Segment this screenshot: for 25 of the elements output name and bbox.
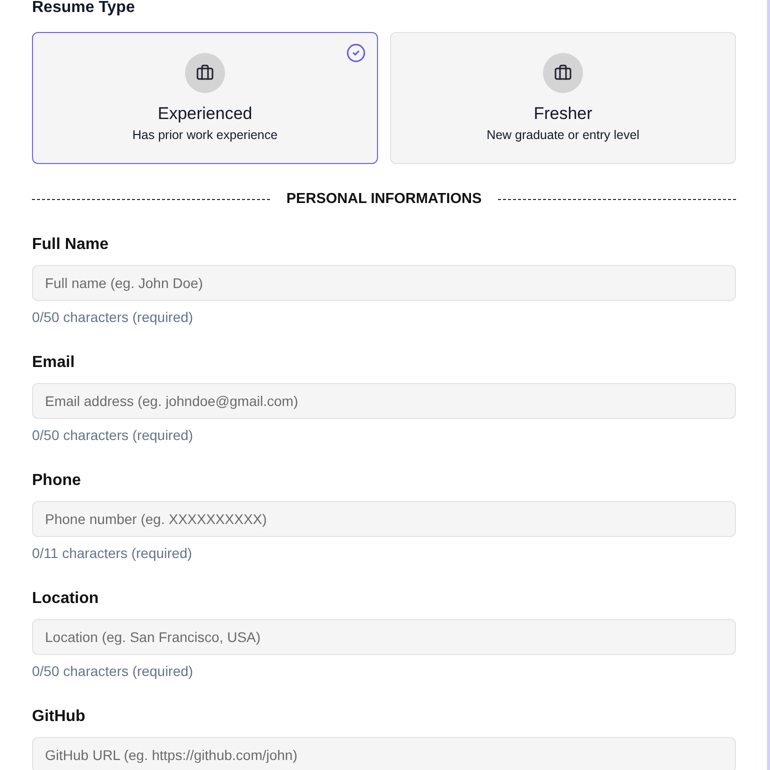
section-heading: PERSONAL INFORMATIONS bbox=[286, 190, 482, 208]
field-label: GitHub bbox=[32, 707, 86, 727]
character-count: 0/11 characters (required) bbox=[32, 544, 192, 563]
character-count: 0/50 characters (required) bbox=[32, 308, 194, 327]
character-count: 0/50 characters (required) bbox=[32, 662, 194, 681]
field-label: Phone bbox=[32, 471, 81, 491]
input-field[interactable]: Phone number (eg. XXXXXXXXXX) bbox=[32, 501, 736, 537]
resume-type-card[interactable]: Experienced Has prior work experience bbox=[32, 32, 378, 164]
field-label: Location bbox=[32, 589, 99, 609]
input-field[interactable]: Location (eg. San Francisco, USA) bbox=[32, 619, 736, 655]
input-field[interactable]: GitHub URL (eg. https://github.com/john) bbox=[32, 737, 736, 770]
card-subtitle: Has prior work experience bbox=[132, 127, 278, 143]
input-field[interactable]: Full name (eg. John Doe) bbox=[32, 265, 736, 301]
field-label: Email bbox=[32, 353, 75, 373]
section-label: Resume Type bbox=[32, 0, 135, 16]
resume-type-card[interactable]: Fresher New graduate or entry level bbox=[390, 32, 736, 164]
field-label: Full Name bbox=[32, 235, 108, 255]
briefcase-icon bbox=[185, 53, 225, 93]
input-field[interactable]: Email address (eg. johndoe@gmail.com) bbox=[32, 383, 736, 419]
card-subtitle: New graduate or entry level bbox=[486, 127, 640, 143]
check-circle-icon bbox=[346, 43, 366, 63]
character-count: 0/50 characters (required) bbox=[32, 426, 194, 445]
briefcase-icon bbox=[543, 53, 583, 93]
card-title: Experienced bbox=[158, 103, 252, 125]
card-title: Fresher bbox=[534, 103, 592, 125]
